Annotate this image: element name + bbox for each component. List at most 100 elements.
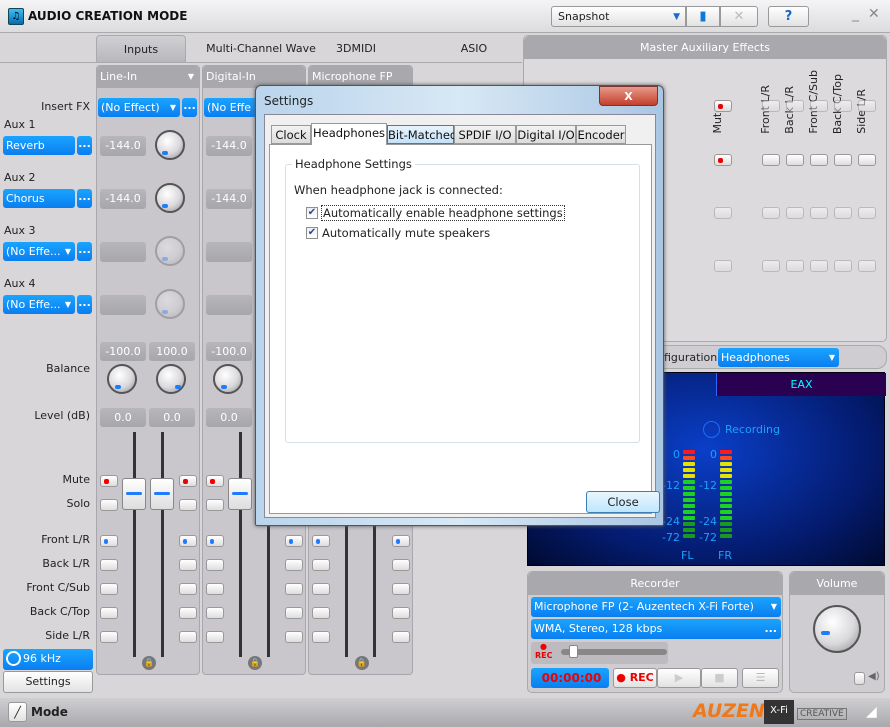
master-route-button[interactable] (858, 154, 876, 166)
configuration-dropdown[interactable]: Headphones ▼ (718, 348, 839, 367)
speaker-route-button-right[interactable] (285, 535, 303, 547)
aux-effect-options-button[interactable]: ... (77, 295, 92, 314)
solo-button-right[interactable] (179, 499, 197, 511)
save-snapshot-button[interactable]: ▮ (686, 6, 720, 27)
speaker-route-button[interactable] (206, 559, 224, 571)
minimize-button[interactable]: _ (852, 6, 859, 22)
auto-mute-checkbox[interactable]: ✔ (306, 227, 318, 239)
speaker-route-button[interactable] (100, 607, 118, 619)
dialog-close-button[interactable]: X (599, 86, 658, 106)
stop-button[interactable]: ■ (701, 668, 738, 688)
speaker-route-button[interactable] (312, 535, 330, 547)
master-route-button[interactable] (786, 207, 804, 219)
aux-effect-options-button[interactable]: ... (77, 189, 92, 208)
solo-button[interactable] (206, 499, 224, 511)
master-mute-button[interactable] (714, 100, 732, 112)
tab-3dmidi[interactable]: 3DMIDI (330, 35, 382, 62)
speaker-route-button[interactable] (206, 583, 224, 595)
aux-effect-dropdown[interactable]: Reverb (3, 136, 75, 155)
master-mute-button[interactable] (714, 260, 732, 272)
speaker-route-button-right[interactable] (392, 631, 410, 643)
speaker-route-button-right[interactable] (392, 583, 410, 595)
recording-source-dropdown[interactable]: Microphone FP (2- Auzentech X-Fi Forte) ▼ (531, 597, 781, 617)
speaker-route-button[interactable] (206, 607, 224, 619)
master-volume-knob[interactable] (813, 605, 861, 653)
speaker-route-button-right[interactable] (179, 607, 197, 619)
rec-level-handle[interactable] (569, 645, 578, 658)
speaker-route-button[interactable] (100, 631, 118, 643)
speaker-route-button-right[interactable] (285, 583, 303, 595)
aux-effect-dropdown[interactable]: (No Effe... ▼ (3, 242, 75, 261)
master-route-button[interactable] (762, 260, 780, 272)
lock-icon[interactable]: 🔒 (248, 656, 262, 670)
master-route-button[interactable] (834, 154, 852, 166)
master-route-button[interactable] (810, 100, 828, 112)
tab-headphones[interactable]: Headphones (311, 123, 387, 145)
help-button[interactable]: ? (768, 6, 809, 27)
speaker-route-button[interactable] (312, 559, 330, 571)
master-route-button[interactable] (810, 260, 828, 272)
speaker-route-button[interactable] (312, 583, 330, 595)
master-route-button[interactable] (786, 260, 804, 272)
speaker-route-button[interactable] (100, 559, 118, 571)
tab-bit-matched[interactable]: Bit-Matched (387, 125, 457, 144)
insert-fx-options-button[interactable]: ... (182, 98, 197, 117)
solo-button[interactable] (100, 499, 118, 511)
tab-spdif-io[interactable]: SPDIF I/O (454, 125, 516, 144)
play-button[interactable]: ▶ (657, 668, 701, 688)
speaker-route-button[interactable] (206, 535, 224, 547)
tab-inputs[interactable]: Inputs (96, 35, 186, 62)
master-route-button[interactable] (834, 207, 852, 219)
mute-button[interactable] (100, 475, 118, 487)
aux-send-knob[interactable] (155, 236, 185, 266)
speaker-route-button-right[interactable] (285, 631, 303, 643)
record-button[interactable]: ● REC (613, 668, 657, 688)
aux-effect-dropdown[interactable]: Chorus (3, 189, 75, 208)
master-route-button[interactable] (762, 207, 780, 219)
master-route-button[interactable] (858, 100, 876, 112)
speaker-route-button[interactable] (206, 631, 224, 643)
mute-button[interactable] (206, 475, 224, 487)
master-route-button[interactable] (762, 154, 780, 166)
aux-send-knob[interactable] (155, 289, 185, 319)
speaker-route-button[interactable] (312, 607, 330, 619)
master-route-button[interactable] (834, 100, 852, 112)
volume-fader[interactable] (228, 478, 252, 510)
volume-fader[interactable] (122, 478, 146, 510)
recordings-list-button[interactable]: ☰ (742, 668, 779, 688)
strip-header[interactable]: Line-In ▼ (97, 66, 199, 88)
speaker-route-button[interactable] (100, 535, 118, 547)
speaker-route-button-right[interactable] (179, 583, 197, 595)
insert-fx-dropdown[interactable]: (No Effect) ▼ (98, 98, 180, 117)
settings-button[interactable]: Settings (3, 671, 93, 693)
auto-enable-checkbox[interactable]: ✔ (306, 207, 318, 219)
aux-effect-options-button[interactable]: ... (77, 136, 92, 155)
tab-digital-io[interactable]: Digital I/O (516, 125, 576, 144)
speaker-route-button-right[interactable] (179, 559, 197, 571)
delete-snapshot-button[interactable]: ✕ (720, 6, 758, 27)
resize-grip-icon[interactable]: ◢ (866, 704, 877, 720)
speaker-route-button-right[interactable] (285, 559, 303, 571)
speaker-route-button[interactable] (312, 631, 330, 643)
tab-multi-channel-wave[interactable]: Multi-Channel Wave (200, 35, 322, 62)
auto-mute-option[interactable]: ✔ Automatically mute speakers (306, 226, 490, 240)
tab-clock[interactable]: Clock (271, 125, 311, 144)
aux-send-knob[interactable] (155, 183, 185, 213)
master-route-button[interactable] (810, 154, 828, 166)
speaker-route-button-right[interactable] (392, 607, 410, 619)
close-window-button[interactable]: ✕ (868, 6, 880, 22)
speaker-route-button[interactable] (100, 583, 118, 595)
lock-icon[interactable]: 🔒 (354, 656, 369, 670)
speaker-route-button-right[interactable] (392, 559, 410, 571)
auto-enable-option[interactable]: ✔ Automatically enable headphone setting… (306, 205, 565, 221)
speaker-route-button-right[interactable] (392, 535, 410, 547)
close-button[interactable]: Close (586, 491, 660, 513)
mode-button[interactable]: ╱ (8, 702, 27, 722)
eax-tab[interactable]: EAX (716, 373, 886, 396)
aux-effect-options-button[interactable]: ... (77, 242, 92, 261)
tab-encoder[interactable]: Encoder (576, 125, 626, 144)
volume-fader[interactable] (150, 478, 174, 510)
master-route-button[interactable] (810, 207, 828, 219)
mute-button-right[interactable] (179, 475, 197, 487)
sample-rate-button[interactable]: 96 kHz (3, 649, 93, 670)
